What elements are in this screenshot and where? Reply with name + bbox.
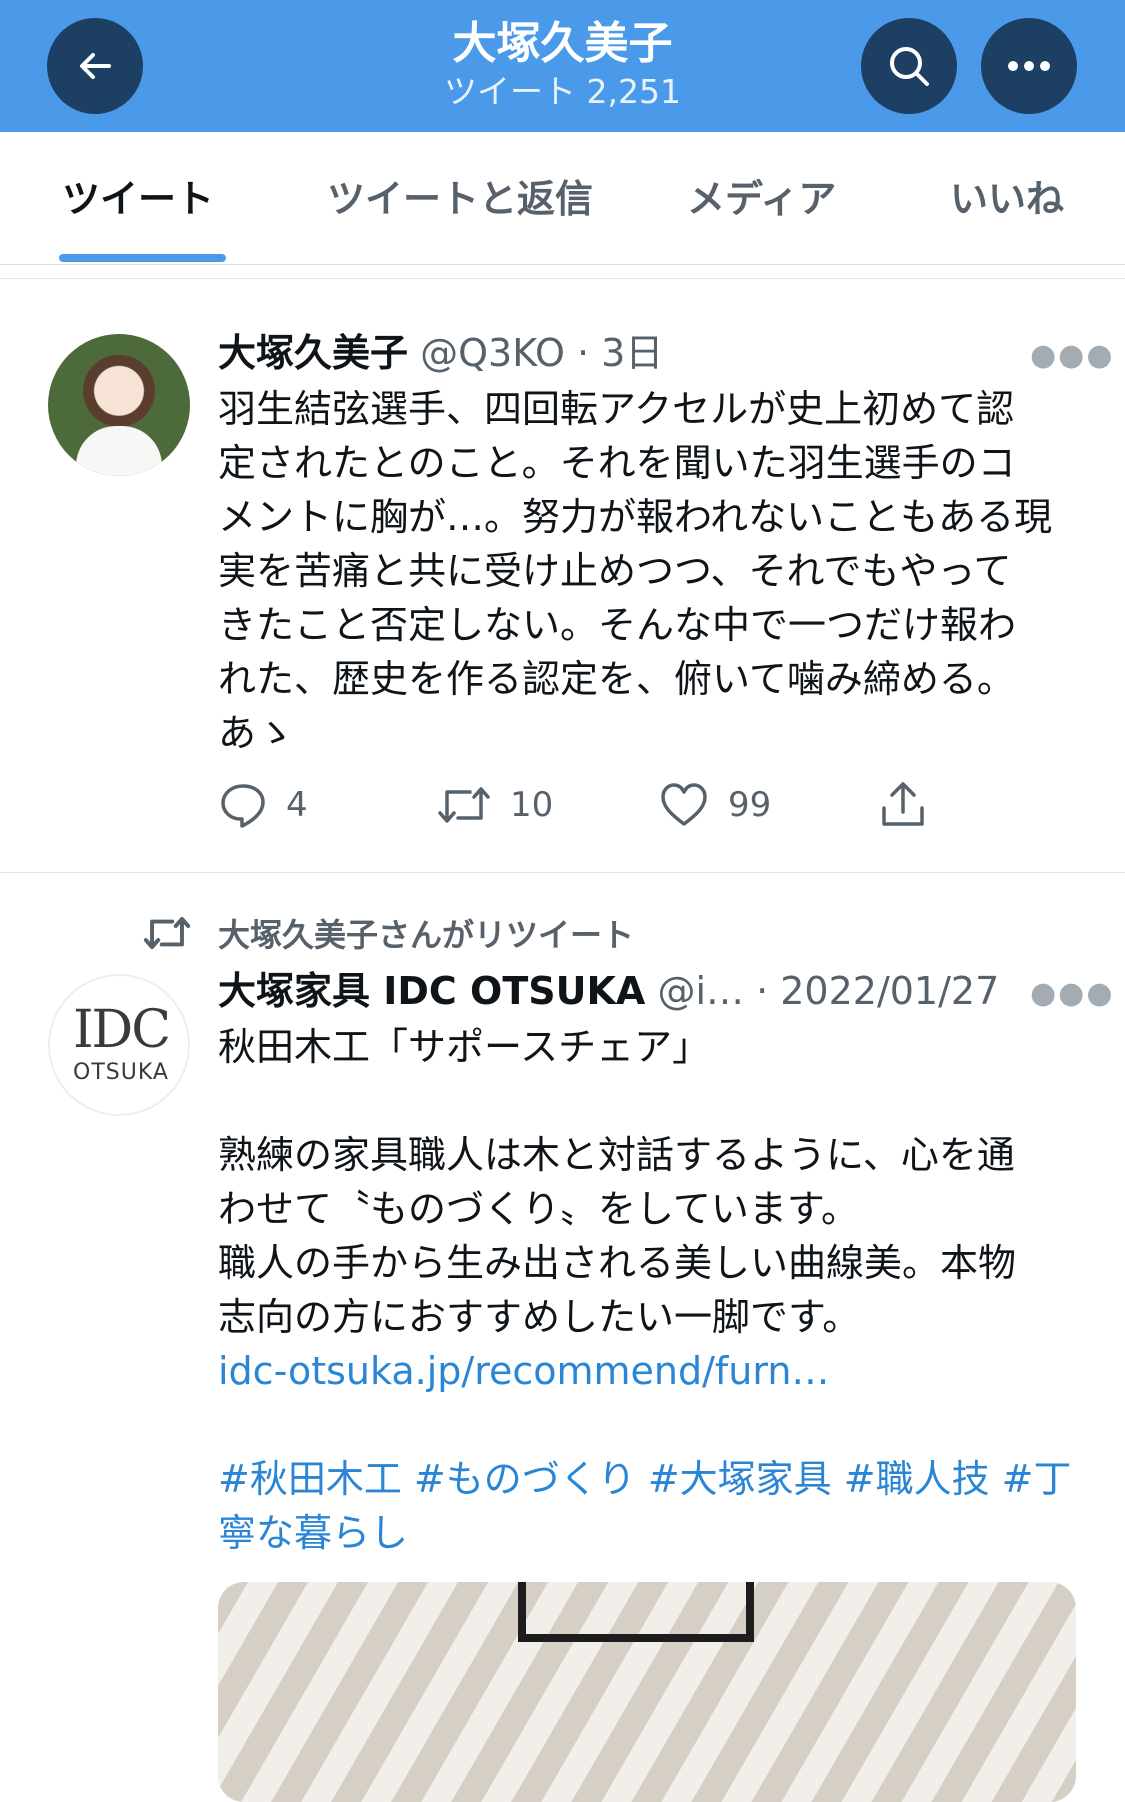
like-icon	[661, 783, 707, 826]
like-count: 99	[728, 785, 772, 825]
tweet-media-image[interactable]	[218, 1582, 1076, 1802]
tweet-author-name[interactable]: 大塚久美子	[218, 331, 408, 375]
tab-tweets[interactable]: ツイート	[62, 176, 214, 222]
tweet-count: ツイート 2,251	[444, 72, 681, 111]
idc-logo-sub: OTSUKA	[73, 1060, 169, 1085]
retweet-count: 10	[510, 785, 554, 825]
search-icon	[890, 47, 929, 86]
retweet-label[interactable]: 大塚久美子さんがリツイート	[218, 910, 634, 956]
retweet-indicator: 大塚久美子さんがリツイート	[140, 910, 634, 956]
reply-count: 4	[286, 785, 308, 825]
tweet-author-name[interactable]: 大塚家具 IDC OTSUKA	[218, 969, 645, 1013]
tweet-link[interactable]: idc-otsuka.jp/recommend/furn…	[218, 1344, 1078, 1398]
tweet-handle-time: @Q3KO · 3日	[420, 331, 664, 375]
share-button[interactable]	[878, 780, 928, 830]
active-tab-indicator	[59, 254, 226, 262]
tweet-header: 大塚家具 IDC OTSUKA @i… · 2022/01/27	[218, 968, 999, 1014]
tweet-header: 大塚久美子 @Q3KO · 3日	[218, 330, 663, 376]
more-button[interactable]	[981, 18, 1077, 114]
divider	[0, 872, 1125, 873]
tweet-handle-time: @i… · 2022/01/27	[657, 969, 1000, 1013]
tweet-more-icon[interactable]: ●●●	[1030, 338, 1115, 373]
retweet-icon	[438, 787, 490, 823]
avatar-photo	[76, 426, 162, 476]
retweet-icon	[143, 916, 191, 950]
tweet-text: 秋田木工「サポースチェア」 熟練の家具職人は木と対話するように、心を通 わせて〝…	[218, 1025, 1017, 1339]
reply-button[interactable]: 4	[218, 780, 308, 830]
tab-tweets-and-replies[interactable]: ツイートと返信	[327, 176, 593, 222]
retweet-button[interactable]: 10	[436, 780, 553, 830]
profile-tabs: ツイート ツイートと返信 メディア いいね	[0, 132, 1125, 265]
divider	[0, 278, 1125, 279]
like-button[interactable]: 99	[658, 780, 771, 830]
profile-header: 大塚久美子 ツイート 2,251	[0, 0, 1125, 132]
search-button[interactable]	[861, 18, 957, 114]
tweet-hashtags[interactable]: #秋田木工 #ものづくり #大塚家具 #職人技 #丁 寧な暮らし	[218, 1452, 1078, 1560]
picture-frame	[518, 1582, 754, 1642]
avatar[interactable]: IDC OTSUKA	[48, 974, 190, 1116]
tweet-actions: 4 10 99	[218, 780, 1078, 840]
reply-icon	[221, 784, 265, 828]
idc-logo: IDC	[72, 1000, 171, 1060]
tweet-text: 羽生結弦選手、四回転アクセルが史上初めて認 定されたとのこと。それを聞いた羽生選…	[218, 387, 1053, 755]
share-icon	[882, 782, 924, 826]
tweet-more-icon[interactable]: ●●●	[1030, 976, 1115, 1011]
tab-media[interactable]: メディア	[687, 176, 836, 222]
more-icon	[1008, 61, 1050, 71]
avatar[interactable]	[48, 334, 190, 476]
tab-likes[interactable]: いいね	[950, 176, 1064, 222]
